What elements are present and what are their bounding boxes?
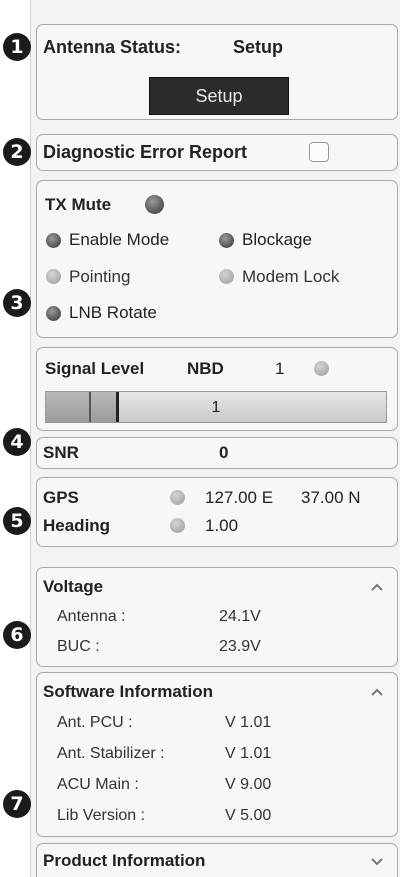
software-info-title: Software Information xyxy=(43,682,214,701)
heading-label: Heading xyxy=(43,516,111,535)
callout-marker-3: 3 xyxy=(3,289,31,317)
chevron-up-icon[interactable] xyxy=(371,581,383,593)
enable-mode-led xyxy=(46,233,61,248)
acu-main-value: V 9.00 xyxy=(225,776,272,793)
gps-heading-panel: GPS 127.00 E 37.00 N Heading 1.00 xyxy=(36,477,398,547)
diagnostic-error-report-checkbox[interactable] xyxy=(309,142,329,162)
callout-marker-6: 6 xyxy=(3,621,31,649)
signal-level-value: 1 xyxy=(275,359,285,378)
pointing-label: Pointing xyxy=(69,267,131,286)
status-indicators-panel: TX Mute Enable Mode Blockage Pointing Mo… xyxy=(36,180,398,338)
voltage-buc-value: 23.9V xyxy=(219,638,261,655)
signal-level-bar-text: 1 xyxy=(211,399,221,416)
pointing-led xyxy=(46,269,61,284)
callout-marker-2: 2 xyxy=(3,138,31,166)
software-info-panel: Software Information Ant. PCU : V 1.01 A… xyxy=(36,672,398,837)
callout-marker-1: 1 xyxy=(3,33,31,61)
callout-marker-5: 5 xyxy=(3,507,31,535)
lnb-rotate-led xyxy=(46,306,61,321)
ant-pcu-label: Ant. PCU : xyxy=(57,714,133,731)
product-info-title: Product Information xyxy=(43,851,206,870)
lib-version-label: Lib Version : xyxy=(57,807,146,824)
tx-mute-led xyxy=(145,195,164,214)
gps-latitude: 37.00 N xyxy=(301,488,361,507)
gps-led xyxy=(170,490,185,505)
snr-label: SNR xyxy=(43,443,79,462)
ant-stabilizer-label: Ant. Stabilizer : xyxy=(57,745,165,762)
voltage-title: Voltage xyxy=(43,577,104,596)
heading-value: 1.00 xyxy=(205,516,239,535)
voltage-panel: Voltage Antenna : 24.1V BUC : 23.9V xyxy=(36,567,398,667)
diagnostic-panel: Diagnostic Error Report xyxy=(36,134,398,171)
chevron-up-icon[interactable] xyxy=(371,686,383,698)
setup-button[interactable]: Setup xyxy=(149,77,289,115)
product-info-panel[interactable]: Product Information xyxy=(36,843,398,877)
antenna-status-label: Antenna Status: xyxy=(43,37,182,57)
signal-level-panel: Signal Level NBD 1 1 xyxy=(36,347,398,431)
acu-main-label: ACU Main : xyxy=(57,776,139,793)
snr-panel: SNR 0 xyxy=(36,437,398,469)
enable-mode-label: Enable Mode xyxy=(69,230,170,249)
blockage-led xyxy=(219,233,234,248)
signal-mode: NBD xyxy=(187,359,224,378)
gps-label: GPS xyxy=(43,488,79,507)
callout-marker-7: 7 xyxy=(3,790,31,818)
signal-level-label: Signal Level xyxy=(45,359,145,378)
gps-longitude: 127.00 E xyxy=(205,488,274,507)
signal-level-bar: 1 xyxy=(45,391,387,423)
chevron-down-icon[interactable] xyxy=(371,856,383,868)
diagnostic-error-report-label: Diagnostic Error Report xyxy=(43,142,248,162)
snr-value: 0 xyxy=(219,443,229,462)
heading-led xyxy=(170,518,185,533)
ant-pcu-value: V 1.01 xyxy=(225,714,272,731)
voltage-antenna-value: 24.1V xyxy=(219,608,261,625)
blockage-label: Blockage xyxy=(242,230,312,249)
ant-stabilizer-value: V 1.01 xyxy=(225,745,272,762)
voltage-buc-label: BUC : xyxy=(57,638,100,655)
antenna-status-value: Setup xyxy=(233,37,284,57)
signal-led xyxy=(314,361,329,376)
tx-mute-label: TX Mute xyxy=(45,195,112,214)
callout-marker-4: 4 xyxy=(3,428,31,456)
modem-lock-label: Modem Lock xyxy=(242,267,340,286)
lib-version-value: V 5.00 xyxy=(225,807,272,824)
antenna-status-panel: Antenna Status: Setup Setup xyxy=(36,24,398,120)
lnb-rotate-label: LNB Rotate xyxy=(69,303,157,322)
voltage-antenna-label: Antenna : xyxy=(57,608,126,625)
modem-lock-led xyxy=(219,269,234,284)
